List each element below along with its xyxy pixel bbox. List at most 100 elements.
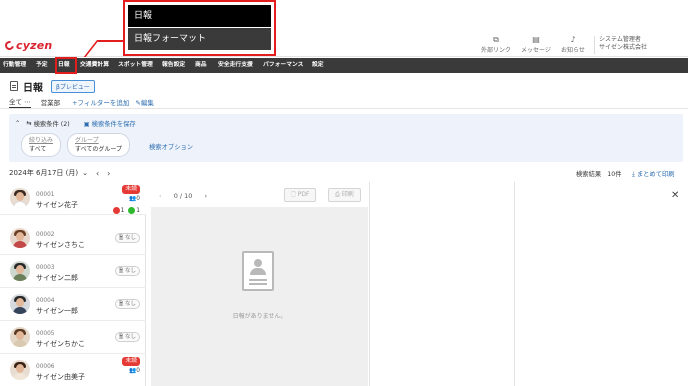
beta-preview-badge[interactable]: βプレビュー [51, 79, 95, 93]
page-indicator: 0 / 10 [173, 192, 193, 200]
filter-icon: ⇆ [26, 120, 32, 127]
conditions-title[interactable]: 検索条件 (2) [34, 119, 70, 128]
date-row: 2024年 6月17日 (月) ⌄ ‹ › [9, 168, 110, 178]
employee-id: 00005 [36, 331, 55, 337]
reader-count-value: 0 [136, 368, 140, 374]
add-filter-label: フィルターを追加 [77, 99, 130, 107]
save-conditions-button[interactable]: ▣ 検索条件を保存 [84, 119, 136, 128]
employee-name: サイゼン一郎 [36, 307, 78, 315]
tab-sales[interactable]: 営業部 [41, 97, 61, 107]
list-item[interactable]: 00006 サイゼン由美子 未読 👥0 [0, 354, 146, 386]
group-chip[interactable]: グループ すべてのグループ [67, 133, 130, 157]
external-link-button[interactable]: ⧉ 外部リンク [476, 36, 516, 55]
employee-name: サイゼンさちこ [36, 241, 85, 249]
nav-item-safe-driving[interactable]: 安全走行支援 [218, 58, 253, 73]
nav-item-settings[interactable]: 設定 [312, 58, 324, 73]
unread-badge: 未読 [122, 185, 140, 194]
nav-item-activity[interactable]: 行動管理 [3, 58, 26, 73]
employee-id: 00001 [36, 192, 55, 198]
logo-mark-icon [3, 38, 16, 52]
message-label: メッセージ [521, 47, 551, 54]
comment-icon [128, 207, 136, 214]
like-count: 1 [120, 207, 125, 214]
date-selector[interactable]: 2024年 6月17日 (月) [9, 168, 78, 178]
avatar [10, 294, 30, 314]
nav-item-report-settings[interactable]: 報告設定 [162, 58, 185, 73]
pdf-button[interactable]: 🗋 PDF [284, 188, 317, 202]
filter-chip-label: 絞り込み [29, 137, 54, 144]
document-icon [10, 81, 18, 91]
search-options-link[interactable]: 検索オプション [149, 142, 193, 151]
avatar [10, 327, 30, 347]
viewer-divider [369, 182, 370, 386]
group-chip-value: すべてのグループ [75, 146, 122, 153]
print-label: 印刷 [341, 191, 354, 198]
search-result-info: 検索結果 10件 [576, 169, 622, 178]
filter-chip[interactable]: 絞り込み すべて [21, 133, 62, 157]
list-item[interactable]: 00004 サイゼン一郎 🗎 なし [0, 288, 146, 321]
none-badge-label: なし [124, 268, 136, 274]
callout-item-daily-report[interactable]: 日報 [128, 5, 271, 27]
avatar [10, 360, 30, 380]
list-item[interactable]: 00005 サイゼンちかこ 🗎 なし [0, 321, 146, 354]
detail-divider [514, 182, 515, 386]
chevron-down-icon[interactable]: ⌄ [82, 169, 88, 177]
empty-report-icon [242, 251, 274, 291]
callout-item-report-format[interactable]: 日報フォーマット [128, 28, 271, 50]
employee-name: サイゼン二郎 [36, 274, 78, 282]
nav-item-schedule[interactable]: 予定 [36, 58, 48, 73]
avatar [10, 228, 30, 248]
list-item[interactable]: 00001 サイゼン花子 未読 👥0 1 1 [0, 182, 146, 215]
group-chip-label: グループ [75, 137, 99, 144]
logo-text: cyzen [16, 38, 53, 52]
employee-name: サイゼンちかこ [36, 340, 85, 348]
user-company: サイゼン株式会社 [599, 44, 648, 51]
tabs-divider [0, 108, 688, 109]
main-nav: 行動管理 予定 日報 交通費計算 スポット管理 報告設定 商品 安全走行支援 パ… [0, 58, 688, 73]
callout-connector [98, 40, 125, 42]
employee-name: サイゼン由美子 [36, 373, 85, 381]
none-badge: 🗎 なし [114, 332, 140, 342]
employee-name: サイゼン花子 [36, 201, 78, 209]
pdf-icon: 🗋 [291, 191, 298, 198]
nav-item-transport[interactable]: 交通費計算 [80, 58, 109, 73]
user-menu[interactable]: システム管理者 サイゼン株式会社 [594, 36, 647, 54]
report-viewer: 日報がありません。 [151, 207, 368, 386]
pdf-label: PDF [297, 191, 310, 198]
notification-button[interactable]: ♪ お知らせ [553, 35, 593, 55]
nav-highlight-box [55, 57, 77, 74]
filter-tabs: 全て ⋯ 営業部 +フィルターを追加 ✎編集 [9, 96, 154, 108]
list-item[interactable]: 00003 サイゼン二郎 🗎 なし [0, 255, 146, 288]
nav-item-products[interactable]: 商品 [195, 58, 207, 73]
close-icon[interactable]: ✕ [671, 190, 679, 201]
prev-date-button[interactable]: ‹ [96, 169, 99, 178]
message-button[interactable]: ▤ メッセージ [516, 36, 556, 55]
bell-icon: ♪ [570, 35, 576, 44]
print-all-button[interactable]: ⤓ まとめて印刷 [632, 169, 675, 179]
nav-item-spot[interactable]: スポット管理 [118, 58, 153, 73]
expand-icon[interactable]: ⌃ [15, 120, 20, 127]
page-nav: ‹ 0 / 10 › [159, 192, 207, 200]
employee-id: 00006 [36, 364, 55, 370]
viewer-toolbar: ‹ 0 / 10 › 🗋 PDF ⎙ 印刷 [151, 186, 368, 206]
like-icon [112, 207, 120, 214]
none-badge-label: なし [124, 301, 136, 307]
add-filter-button[interactable]: +フィルターを追加 [72, 97, 129, 107]
print-all-label: まとめて印刷 [636, 171, 675, 178]
next-page-button[interactable]: › [205, 192, 208, 200]
tab-all[interactable]: 全て ⋯ [9, 96, 31, 108]
none-badge: 🗎 なし [114, 299, 140, 309]
next-date-button[interactable]: › [107, 169, 110, 178]
conditions-header: ⌃ ⇆ 検索条件 (2) ▣ 検索条件を保存 [15, 119, 136, 128]
none-badge: 🗎 なし [114, 233, 140, 243]
tab-menu-icon[interactable]: ⋯ [24, 98, 31, 106]
edit-filter-button[interactable]: ✎編集 [135, 97, 153, 107]
print-button[interactable]: ⎙ 印刷 [328, 188, 361, 202]
filter-chip-value: すべて [29, 146, 47, 153]
cyzen-logo[interactable]: cyzen [3, 38, 53, 52]
prev-page-button[interactable]: ‹ [159, 192, 162, 200]
nav-item-performance[interactable]: パフォーマンス [263, 58, 303, 73]
external-link-label: 外部リンク [480, 47, 511, 54]
avatar [10, 261, 30, 281]
list-item[interactable]: 00002 サイゼンさちこ 🗎 なし [0, 222, 146, 255]
